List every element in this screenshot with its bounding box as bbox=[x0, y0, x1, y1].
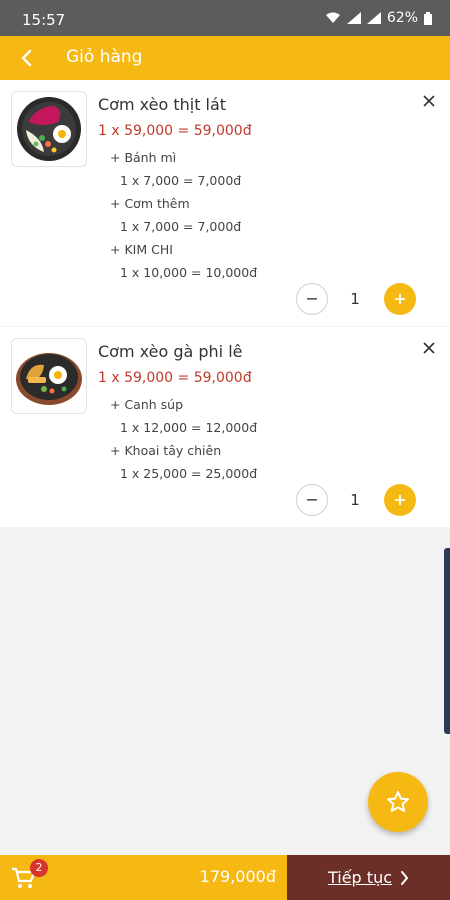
wifi-icon bbox=[325, 12, 340, 23]
close-icon bbox=[423, 95, 435, 107]
product-price: 1 x 59,000 = 59,000đ bbox=[98, 370, 252, 386]
plus-icon bbox=[395, 495, 405, 505]
quantity-value: 1 bbox=[350, 491, 360, 509]
cart-count-badge: 2 bbox=[30, 859, 48, 877]
product-image bbox=[11, 338, 87, 414]
back-arrow-icon bbox=[21, 49, 32, 67]
continue-button[interactable]: Tiếp tục bbox=[287, 855, 450, 900]
decrease-quantity-button[interactable] bbox=[296, 283, 328, 315]
back-button[interactable] bbox=[12, 44, 40, 72]
option-name: + Khoai tây chiên bbox=[110, 443, 222, 458]
option-price: 1 x 7,000 = 7,000đ bbox=[120, 173, 242, 188]
status-icons: 62% bbox=[325, 10, 432, 26]
signal-icon bbox=[346, 12, 361, 24]
option-name: + Canh súp bbox=[110, 397, 184, 412]
increase-quantity-button[interactable] bbox=[384, 283, 416, 315]
app-bar: Giỏ hàng bbox=[0, 36, 450, 80]
plus-icon bbox=[395, 294, 405, 304]
checkout-bar: 2 179,000đ Tiếp tục bbox=[0, 855, 450, 900]
quantity-value: 1 bbox=[350, 290, 360, 308]
product-price: 1 x 59,000 = 59,000đ bbox=[98, 123, 252, 139]
star-icon bbox=[387, 791, 409, 812]
option-name: + Bánh mì bbox=[110, 150, 177, 165]
option-price: 1 x 12,000 = 12,000đ bbox=[120, 420, 258, 435]
option-price: 1 x 10,000 = 10,000đ bbox=[120, 265, 258, 280]
option-price: 1 x 7,000 = 7,000đ bbox=[120, 219, 242, 234]
close-icon bbox=[423, 342, 435, 354]
food-plate-image bbox=[16, 353, 82, 405]
increase-quantity-button[interactable] bbox=[384, 484, 416, 516]
status-bar: 15:57 62% bbox=[0, 0, 450, 36]
chevron-right-icon bbox=[401, 870, 409, 885]
cart-total: 179,000đ bbox=[199, 867, 276, 886]
signal-icon-2 bbox=[366, 12, 381, 24]
product-name: Cơm xèo thịt lát bbox=[98, 95, 227, 114]
page-title: Giỏ hàng bbox=[66, 47, 143, 67]
product-name: Cơm xèo gà phi lê bbox=[98, 342, 243, 361]
battery-percent: 62% bbox=[386, 10, 418, 26]
decrease-quantity-button[interactable] bbox=[296, 484, 328, 516]
option-price: 1 x 25,000 = 25,000đ bbox=[120, 466, 258, 481]
side-panel-handle[interactable] bbox=[444, 548, 450, 734]
remove-item-button[interactable] bbox=[418, 90, 440, 112]
product-image bbox=[11, 91, 87, 167]
minus-icon bbox=[307, 298, 317, 300]
status-time: 15:57 bbox=[22, 11, 66, 29]
remove-item-button[interactable] bbox=[418, 337, 440, 359]
option-name: + Cơm thêm bbox=[110, 196, 190, 211]
battery-icon bbox=[424, 11, 432, 25]
favorite-button[interactable] bbox=[368, 772, 428, 832]
cart-item: Cơm xèo thịt lát 1 x 59,000 = 59,000đ + … bbox=[0, 80, 450, 326]
cart-item: Cơm xèo gà phi lê 1 x 59,000 = 59,000đ +… bbox=[0, 327, 450, 527]
option-name: + KIM CHI bbox=[110, 242, 173, 257]
continue-label: Tiếp tục bbox=[327, 868, 393, 887]
minus-icon bbox=[307, 499, 317, 501]
food-bowl-image bbox=[17, 97, 81, 161]
